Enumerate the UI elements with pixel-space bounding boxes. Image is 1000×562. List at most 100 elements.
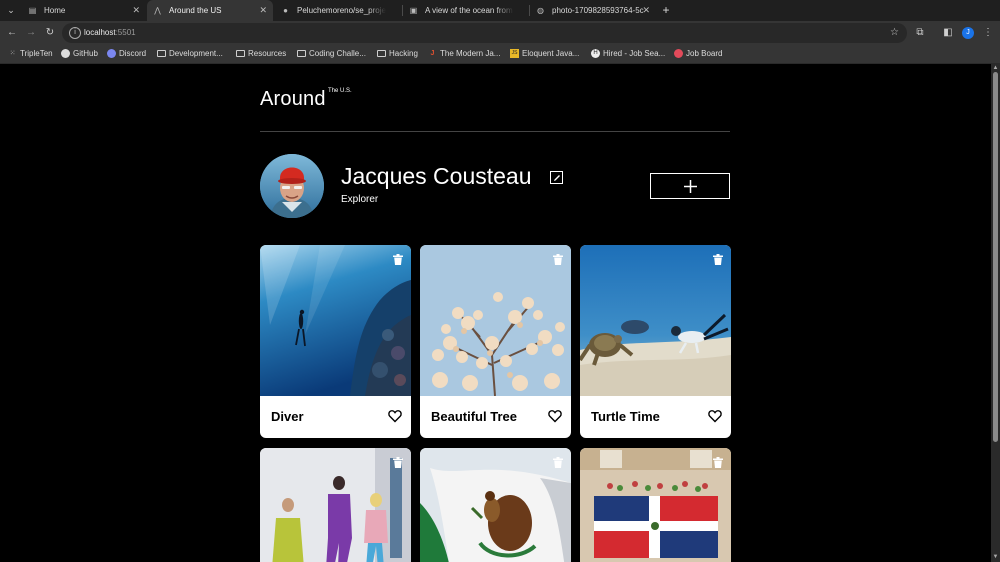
new-tab-button[interactable]: + — [659, 0, 673, 21]
fashion-photo — [260, 448, 411, 562]
tree-photo — [420, 245, 571, 396]
site-info-icon[interactable]: i — [69, 27, 81, 39]
diver-photo — [260, 245, 411, 396]
card-title: Diver — [271, 409, 304, 424]
scroll-up-icon[interactable]: ▲ — [992, 65, 999, 72]
profile-name: Jacques Cousteau — [341, 163, 532, 189]
close-tab-icon[interactable]: ✕ — [132, 0, 140, 21]
forward-arrow-icon[interactable]: → — [24, 26, 38, 40]
card-image-fashion[interactable] — [260, 448, 411, 562]
card: Turtle Time — [580, 245, 731, 438]
bookmark-development-folder[interactable]: Development... — [157, 45, 223, 62]
card-image-mexico-flag[interactable] — [420, 448, 571, 562]
back-arrow-icon[interactable]: ← — [5, 26, 19, 40]
scroll-down-icon[interactable]: ▼ — [992, 554, 999, 561]
github-icon — [61, 49, 70, 58]
logo-icon: ⋀ — [154, 6, 161, 15]
card — [420, 448, 571, 562]
bookmark-star-icon[interactable]: ☆ — [890, 23, 899, 43]
tab-title: Home — [44, 6, 66, 15]
trash-icon[interactable] — [553, 254, 563, 265]
tab-around-the-us[interactable]: ⋀ Around the US ✕ — [147, 0, 273, 21]
tab-home[interactable]: ▤ Home ✕ — [22, 0, 146, 21]
bookmark-hired[interactable]: H Hired - Job Sea... — [591, 45, 665, 62]
trash-icon[interactable] — [553, 457, 563, 468]
menu-kebab-icon[interactable]: ⋮ — [981, 26, 995, 40]
plus-icon — [684, 180, 697, 193]
bookmark-github[interactable]: GitHub — [61, 45, 98, 62]
tab-photo-file[interactable]: ◍ photo-1709828593764-5c ✕ — [530, 0, 656, 21]
card-image-turtle[interactable] — [580, 245, 731, 396]
avatar-portrait — [260, 154, 324, 218]
edit-profile-button[interactable] — [550, 171, 563, 184]
avatar[interactable] — [260, 154, 324, 218]
turtle-photo — [580, 245, 731, 396]
bookmark-tripleten[interactable]: ⁙ TripleTen — [8, 45, 53, 62]
bookmark-resources-folder[interactable]: Resources — [236, 45, 286, 62]
folder-icon — [236, 50, 245, 57]
tab-title: photo-1709828593764-5c — [552, 6, 644, 15]
close-tab-icon[interactable]: ✕ — [642, 0, 650, 21]
browser-tab-bar: ⌄ ▤ Home ✕ ⋀ Around the US ✕ ● Peluchemo… — [0, 0, 1000, 21]
card-image-dominican-flag[interactable] — [580, 448, 731, 562]
bookmark-job-board[interactable]: Job Board — [674, 45, 722, 62]
dominican-flag-photo — [580, 448, 731, 562]
page-scrollbar[interactable]: ▲ ▼ — [991, 64, 1000, 562]
mexico-flag-photo — [420, 448, 571, 562]
card — [580, 448, 731, 562]
tab-fade — [368, 0, 386, 21]
hired-icon: H — [591, 49, 600, 58]
site-logo-superscript: The U.S. — [328, 88, 352, 94]
discord-icon — [107, 49, 116, 58]
card-title: Beautiful Tree — [431, 409, 517, 424]
bookmarks-bar: ⁙ TripleTen GitHub Discord Development...… — [0, 45, 1000, 64]
add-card-button[interactable] — [650, 173, 730, 199]
jobboard-icon — [674, 49, 683, 58]
unsplash-icon: ▣ — [409, 6, 418, 15]
card: Diver — [260, 245, 411, 438]
tab-search-chevron-icon[interactable]: ⌄ — [4, 3, 18, 17]
javascript-icon: J — [430, 50, 435, 57]
site-logo: Around — [260, 88, 326, 110]
bookmark-discord[interactable]: Discord — [107, 45, 146, 62]
close-tab-icon[interactable]: ✕ — [259, 0, 267, 21]
extensions-puzzle-icon[interactable]: ⧉ — [913, 26, 927, 40]
url-text[interactable]: localhost:5501 — [84, 23, 136, 43]
heart-icon[interactable] — [708, 409, 722, 423]
header-divider — [260, 131, 730, 132]
bookmark-modern-javascript[interactable]: J The Modern Ja... — [428, 45, 501, 62]
bookmark-eloquent-javascript[interactable]: JS Eloquent Java... — [510, 45, 579, 62]
tab-title: Around the US — [169, 6, 222, 15]
scrollbar-thumb[interactable] — [993, 72, 998, 442]
github-icon: ● — [283, 6, 288, 15]
folder-icon — [157, 50, 166, 57]
heart-icon[interactable] — [548, 409, 562, 423]
card-image-diver[interactable] — [260, 245, 411, 396]
tab-fade — [496, 0, 514, 21]
folder-icon — [297, 50, 306, 57]
page-icon: ▤ — [28, 6, 37, 15]
profile-avatar[interactable]: J — [962, 27, 974, 39]
pencil-icon — [554, 175, 560, 181]
side-panel-icon[interactable]: ◧ — [941, 26, 955, 40]
bookmark-coding-challenges-folder[interactable]: Coding Challe... — [297, 45, 366, 62]
trash-icon[interactable] — [713, 254, 723, 265]
address-bar[interactable]: i localhost:5501 ☆ — [62, 23, 907, 43]
reload-icon[interactable]: ↻ — [43, 26, 57, 40]
card — [260, 448, 411, 562]
card: Beautiful Tree — [420, 245, 571, 438]
bookmark-hacking-folder[interactable]: Hacking — [377, 45, 418, 62]
card-title: Turtle Time — [591, 409, 660, 424]
browser-toolbar: ← → ↻ i localhost:5501 ☆ ⧉ ◧ J ⋮ — [0, 21, 1000, 45]
js-book-icon: JS — [510, 49, 519, 58]
card-image-tree[interactable] — [420, 245, 571, 396]
grid-icon: ⁙ — [9, 50, 16, 57]
heart-icon[interactable] — [388, 409, 402, 423]
trash-icon[interactable] — [713, 457, 723, 468]
folder-icon — [377, 50, 386, 57]
globe-icon: ◍ — [537, 6, 544, 15]
trash-icon[interactable] — [393, 254, 403, 265]
page-viewport: Around The U.S. Jacques Cousteau Explore… — [0, 64, 991, 562]
profile-job: Explorer — [341, 194, 379, 205]
trash-icon[interactable] — [393, 457, 403, 468]
